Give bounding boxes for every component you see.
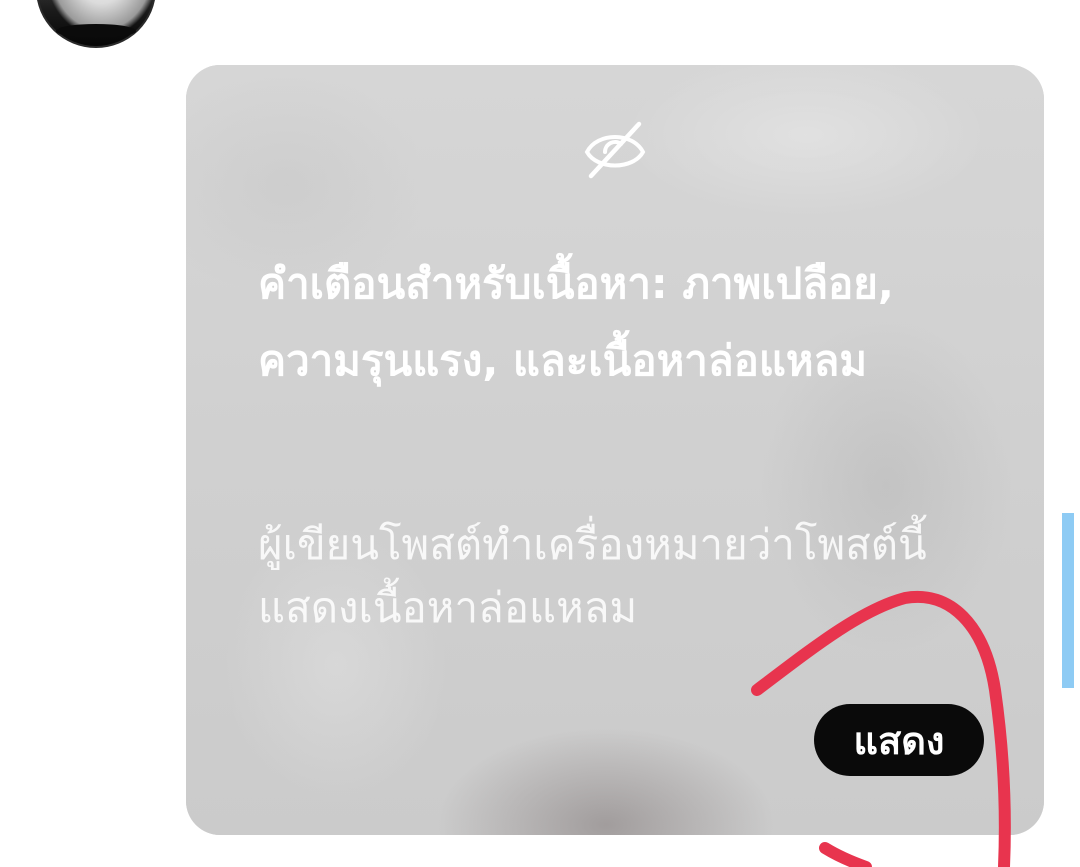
- eye-off-icon: [584, 121, 646, 179]
- content-warning-title: คำเตือนสำหรับเนื้อหา: ภาพเปลือย, ความรุน…: [258, 259, 894, 385]
- show-content-button[interactable]: แสดง: [814, 704, 984, 776]
- post-view: คำเตือนสำหรับเนื้อหา: ภาพเปลือย, ความรุน…: [0, 0, 1080, 867]
- content-warning-description: ผู้เขียนโพสต์ทำเครื่องหมายว่าโพสต์นี้แสด…: [258, 520, 927, 632]
- sensitive-media-card: คำเตือนสำหรับเนื้อหา: ภาพเปลือย, ความรุน…: [186, 65, 1044, 835]
- scroll-indicator: [1062, 513, 1074, 688]
- author-avatar[interactable]: [36, 0, 156, 48]
